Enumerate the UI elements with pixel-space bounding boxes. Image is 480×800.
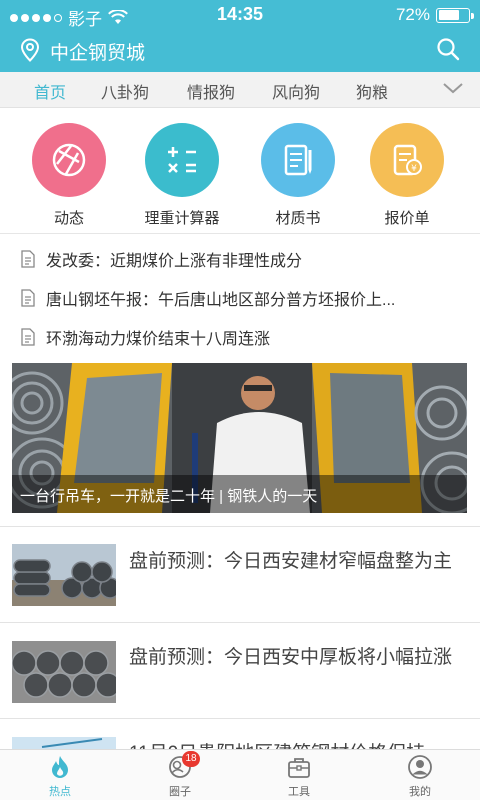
shortcut-label: 动态 <box>53 210 84 227</box>
tab-trend-dog[interactable]: 风向狗 <box>272 79 320 103</box>
nav-label: 我的 <box>409 786 431 798</box>
tab-intel-dog[interactable]: 情报狗 <box>187 79 235 103</box>
status-bar: 影子 14:35 72% <box>0 0 480 30</box>
tab-dog-food[interactable]: 狗粮 <box>356 79 388 103</box>
headline-item[interactable]: 环渤海动力煤价结束十八周连涨 <box>20 318 460 356</box>
battery-fill <box>438 10 460 20</box>
shortcut-label: 理重计算器 <box>144 210 220 227</box>
battery-percent: 72% <box>395 5 430 24</box>
featured-banner[interactable]: 一台行吊车，一开就是二十年 | 钢铁人的一天 <box>12 363 467 513</box>
aperture-icon <box>32 123 106 197</box>
shortcut-label: 材质书 <box>275 210 321 227</box>
shortcut-price-list[interactable]: ¥ 报价单 <box>357 123 457 228</box>
tab-home[interactable]: 首页 <box>34 79 66 103</box>
circle-group-icon: 18 <box>167 751 200 780</box>
nav-label: 圈子 <box>169 786 191 798</box>
bottom-tab-bar: 热点 18 圈子 工具 我的 <box>0 749 480 800</box>
svg-text:¥: ¥ <box>411 164 417 174</box>
user-icon <box>407 754 433 780</box>
headline-item[interactable]: 唐山钢坯午报：午后唐山地区部分普方坯报价上... <box>20 279 460 317</box>
document-icon <box>21 250 35 268</box>
article-thumbnail <box>12 544 116 606</box>
nav-label: 工具 <box>288 786 310 798</box>
shortcut-dynamics[interactable]: 动态 <box>19 123 119 228</box>
article-thumbnail <box>12 737 116 749</box>
article-item[interactable]: 盘前预测：今日西安建材窄幅盘整为主 <box>0 526 480 622</box>
headline-item[interactable]: 发改委：近期煤价上涨有非理性成分 <box>20 240 460 278</box>
nav-label: 热点 <box>49 786 71 798</box>
shortcut-material-book[interactable]: 材质书 <box>248 123 348 228</box>
shortcut-label: 报价单 <box>384 210 430 227</box>
tab-gossip-dog[interactable]: 八卦狗 <box>101 79 149 103</box>
document-pen-icon <box>261 123 335 197</box>
headline-text: 发改委：近期煤价上涨有非理性成分 <box>46 253 303 270</box>
document-icon <box>21 289 35 307</box>
article-item[interactable]: 11月9日贵阳地区建筑钢材价格保持 <box>0 718 480 749</box>
nav-hot[interactable]: 热点 <box>20 754 100 799</box>
app-header: 影子 14:35 72% 中企钢贸城 <box>0 0 480 72</box>
article-title: 盘前预测：今日西安中厚板将小幅拉涨 <box>129 647 453 668</box>
city-selector[interactable]: 中企钢贸城 <box>50 38 145 65</box>
article-title: 11月9日贵阳地区建筑钢材价格保持 <box>129 741 459 749</box>
nav-tools[interactable]: 工具 <box>259 754 339 799</box>
category-tabs: 首页 八卦狗 情报狗 风向狗 狗粮 <box>0 72 480 108</box>
location-bar: 中企钢贸城 <box>0 32 480 68</box>
status-right: 72% <box>395 5 474 25</box>
headline-text: 唐山钢坯午报：午后唐山地区部分普方坯报价上... <box>46 292 396 309</box>
shortcut-weight-calculator[interactable]: 理重计算器 <box>132 123 232 228</box>
price-list-icon: ¥ <box>370 123 444 197</box>
toolbox-icon <box>286 754 312 780</box>
banner-caption: 一台行吊车，一开就是二十年 | 钢铁人的一天 <box>12 475 467 513</box>
flame-icon <box>47 754 73 780</box>
notification-badge: 18 <box>182 751 200 767</box>
nav-mine[interactable]: 我的 <box>380 754 460 799</box>
search-icon[interactable] <box>436 37 460 61</box>
chevron-down-icon[interactable] <box>442 80 464 96</box>
article-thumbnail <box>12 641 116 703</box>
battery-icon <box>436 7 474 23</box>
nav-circle[interactable]: 18 圈子 <box>140 751 220 799</box>
shortcut-grid: 动态 理重计算器 材质书 ¥ 报价单 <box>0 108 480 234</box>
location-pin-icon[interactable] <box>20 38 40 62</box>
document-icon <box>21 328 35 346</box>
headline-text: 环渤海动力煤价结束十八周连涨 <box>46 331 271 348</box>
article-title: 盘前预测：今日西安建材窄幅盘整为主 <box>129 551 453 572</box>
article-item[interactable]: 盘前预测：今日西安中厚板将小幅拉涨 <box>0 622 480 718</box>
calculator-icon <box>145 123 219 197</box>
